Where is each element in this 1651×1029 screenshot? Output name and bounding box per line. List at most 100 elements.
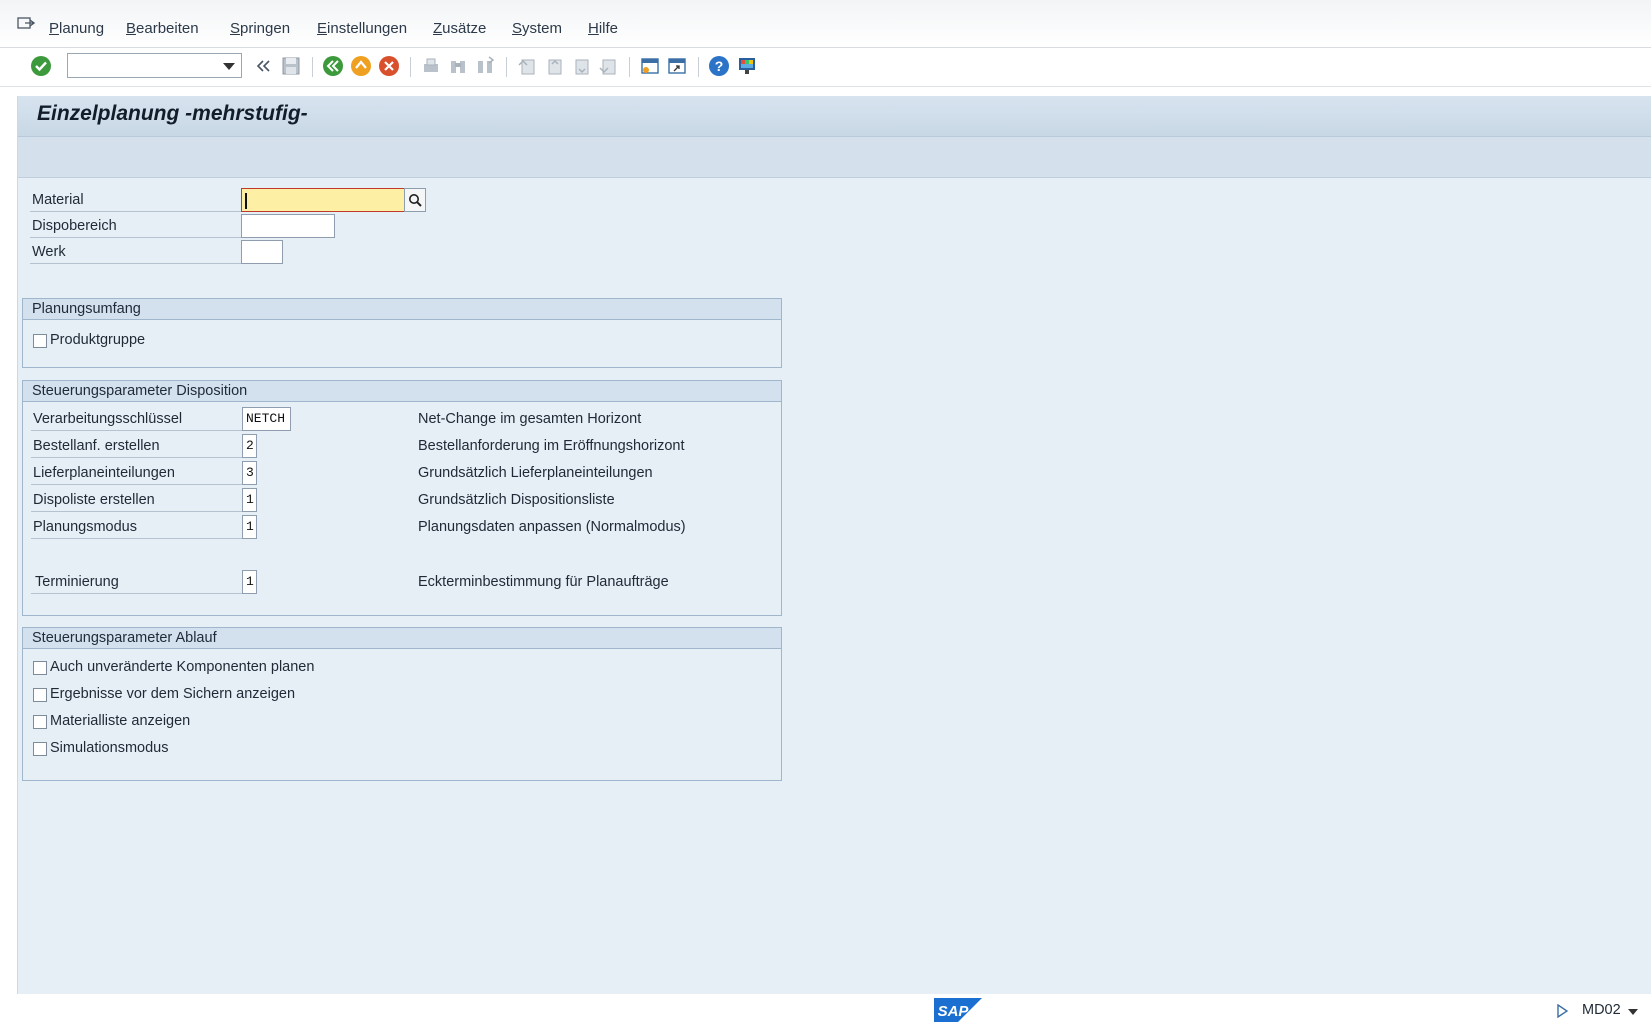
menu-zusaetze[interactable]: Zusätze (433, 20, 486, 37)
menu-hilfe[interactable]: Hilfe (588, 20, 618, 37)
group-steuerung-disposition: Steuerungsparameter Disposition Verarbei… (22, 380, 782, 616)
dispoliste-input[interactable]: 1 (242, 488, 257, 512)
save-icon[interactable] (280, 55, 302, 77)
label-underline (30, 211, 258, 212)
verarbeitungsschluessel-label: Verarbeitungsschlüssel (33, 411, 183, 427)
werk-input[interactable] (241, 240, 283, 264)
find-next-icon[interactable] (474, 55, 496, 77)
label-underline (31, 484, 251, 485)
material-search-help-button[interactable] (404, 188, 426, 212)
label-underline (31, 593, 251, 594)
double-chevron-left-icon[interactable] (252, 55, 274, 77)
label-underline (30, 263, 258, 264)
label-underline (31, 430, 251, 431)
toolbar-separator (629, 57, 630, 77)
toolbar-separator (506, 57, 507, 77)
material-label: Material (32, 192, 84, 208)
menu-bar: Planung Bearbeiten Springen Einstellunge… (0, 0, 1651, 48)
enter-check-icon[interactable] (30, 55, 52, 77)
produktgruppe-checkbox[interactable] (33, 334, 47, 348)
sap-logo-text: SAP (938, 1003, 970, 1020)
menu-bearbeiten[interactable]: Bearbeiten (126, 20, 199, 37)
find-icon[interactable] (447, 55, 469, 77)
terminierung-description: Eckterminbestimmung für Planaufträge (418, 574, 669, 590)
help-icon[interactable]: ? (708, 55, 730, 77)
dispobereich-label: Dispobereich (32, 218, 117, 234)
bestellanf-value: 2 (246, 438, 254, 453)
back-icon[interactable] (322, 55, 344, 77)
transaction-code: MD02 (1582, 1002, 1621, 1018)
simulationsmodus-checkbox[interactable] (33, 742, 47, 756)
group-steuerung-ablauf: Steuerungsparameter Ablauf Auch unveränd… (22, 627, 782, 781)
bestellanf-label: Bestellanf. erstellen (33, 438, 160, 454)
terminierung-input[interactable]: 1 (242, 570, 257, 594)
simulationsmodus-label: Simulationsmodus (50, 740, 169, 756)
terminierung-value: 1 (246, 574, 254, 589)
menu-einstellungen[interactable]: Einstellungen (317, 20, 407, 37)
lieferplaneinteilungen-description: Grundsätzlich Lieferplaneinteilungen (418, 465, 653, 481)
chevron-down-icon[interactable] (1627, 1008, 1639, 1016)
planungsmodus-description: Planungsdaten anpassen (Normalmodus) (418, 519, 686, 535)
last-page-icon[interactable] (597, 55, 619, 77)
menu-toggle-icon[interactable] (17, 17, 35, 31)
customize-layout-icon[interactable] (736, 55, 758, 77)
unveraenderte-komponenten-label: Auch unveränderte Komponenten planen (50, 659, 315, 675)
planungsmodus-label: Planungsmodus (33, 519, 137, 535)
next-page-icon[interactable] (570, 55, 592, 77)
bestellanf-input[interactable]: 2 (242, 434, 257, 458)
application-toolbar (18, 137, 1651, 178)
play-triangle-icon[interactable] (1556, 1004, 1568, 1018)
planungsmodus-value: 1 (246, 519, 254, 534)
label-underline (31, 538, 251, 539)
ergebnisse-anzeigen-checkbox[interactable] (33, 688, 47, 702)
dispobereich-input[interactable] (241, 214, 335, 238)
toolbar-separator (410, 57, 411, 77)
text-cursor (245, 193, 247, 209)
command-field[interactable] (67, 53, 242, 78)
dispoliste-value: 1 (246, 492, 254, 507)
produktgruppe-label: Produktgruppe (50, 332, 146, 348)
group-title: Steuerungsparameter Disposition (32, 383, 248, 399)
generate-shortcut-icon[interactable] (666, 55, 688, 77)
exit-icon[interactable] (350, 55, 372, 77)
menu-springen[interactable]: Springen (230, 20, 290, 37)
chevron-down-icon[interactable] (223, 63, 235, 70)
page-title: Einzelplanung -mehrstufig- (37, 102, 308, 125)
menu-system[interactable]: System (512, 20, 562, 37)
sap-logo: SAP (934, 998, 982, 1022)
unveraenderte-komponenten-checkbox[interactable] (33, 661, 47, 675)
group-header: Steuerungsparameter Disposition (23, 381, 781, 402)
materialliste-anzeigen-label: Materialliste anzeigen (50, 713, 191, 729)
standard-toolbar: ? (0, 48, 1651, 87)
main-area: Einzelplanung -mehrstufig- Material Disp… (17, 96, 1651, 994)
planungsmodus-input[interactable]: 1 (242, 515, 257, 539)
title-bar: Einzelplanung -mehrstufig- (18, 96, 1651, 137)
search-icon (409, 194, 422, 207)
cancel-icon[interactable] (378, 55, 400, 77)
lieferplaneinteilungen-label: Lieferplaneinteilungen (33, 465, 175, 481)
label-underline (30, 237, 258, 238)
werk-label: Werk (32, 244, 66, 260)
first-page-icon[interactable] (516, 55, 538, 77)
create-session-icon[interactable] (639, 55, 661, 77)
verarbeitungsschluessel-input[interactable]: NETCH (242, 407, 291, 431)
menu-planung[interactable]: Planung (49, 20, 104, 37)
lieferplaneinteilungen-input[interactable]: 3 (242, 461, 257, 485)
dispoliste-description: Grundsätzlich Dispositionsliste (418, 492, 615, 508)
status-bar: SAP MD02 (0, 995, 1651, 1029)
ergebnisse-anzeigen-label: Ergebnisse vor dem Sichern anzeigen (50, 686, 296, 702)
print-icon[interactable] (420, 55, 442, 77)
toolbar-separator (698, 57, 699, 77)
previous-page-icon[interactable] (543, 55, 565, 77)
group-header: Planungsumfang (23, 299, 781, 320)
bestellanf-description: Bestellanforderung im Eröffnungshorizont (418, 438, 685, 454)
svg-text:?: ? (715, 58, 724, 74)
terminierung-label: Terminierung (35, 574, 119, 590)
toolbar-separator (312, 57, 313, 77)
verarbeitungsschluessel-description: Net-Change im gesamten Horizont (418, 411, 642, 427)
materialliste-anzeigen-checkbox[interactable] (33, 715, 47, 729)
group-header: Steuerungsparameter Ablauf (23, 628, 781, 649)
material-input[interactable] (241, 188, 405, 212)
label-underline (31, 457, 251, 458)
verarbeitungsschluessel-value: NETCH (246, 411, 286, 426)
